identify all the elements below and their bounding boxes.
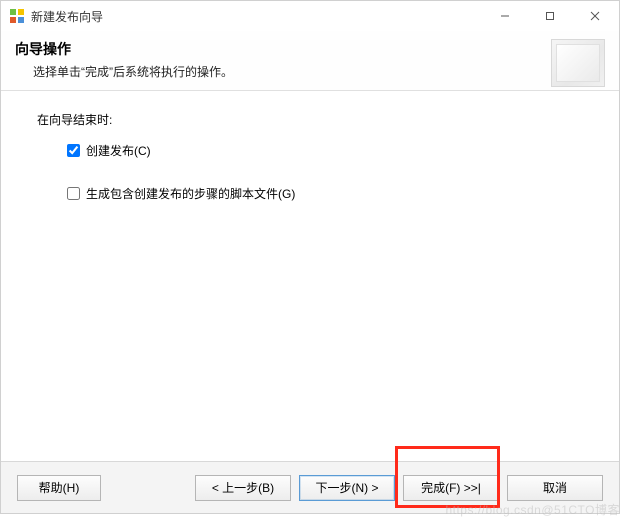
maximize-button[interactable] [527,2,572,30]
window-title: 新建发布向导 [31,8,103,25]
section-label: 在向导结束时: [31,111,589,128]
watermark-text: https://blog.csdn@51CTO博客 [445,501,620,518]
generate-script-label: 生成包含创建发布的步骤的脚本文件(G) [86,185,295,202]
option-generate-script[interactable]: 生成包含创建发布的步骤的脚本文件(G) [67,185,589,202]
wizard-window: 新建发布向导 向导操作 选择单击“完成”后系统将执行的操作。 在向导结束时: 创… [0,0,620,514]
option-create-publication[interactable]: 创建发布(C) [67,142,589,159]
wizard-header: 向导操作 选择单击“完成”后系统将执行的操作。 [1,31,619,91]
help-button[interactable]: 帮助(H) [17,475,101,501]
minimize-button[interactable] [482,2,527,30]
page-subtitle: 选择单击“完成”后系统将执行的操作。 [15,63,551,80]
wizard-content: 在向导结束时: 创建发布(C) 生成包含创建发布的步骤的脚本文件(G) [1,91,619,461]
titlebar: 新建发布向导 [1,1,619,31]
app-icon [9,8,25,24]
create-publication-checkbox[interactable] [67,144,80,157]
finish-button[interactable]: 完成(F) >>| [403,475,499,501]
close-button[interactable] [572,2,617,30]
back-button[interactable]: < 上一步(B) [195,475,291,501]
generate-script-checkbox[interactable] [67,187,80,200]
page-title: 向导操作 [15,39,551,59]
header-graphic-icon [551,39,605,87]
cancel-button[interactable]: 取消 [507,475,603,501]
create-publication-label: 创建发布(C) [86,142,151,159]
next-button[interactable]: 下一步(N) > [299,475,395,501]
header-text: 向导操作 选择单击“完成”后系统将执行的操作。 [15,39,551,90]
